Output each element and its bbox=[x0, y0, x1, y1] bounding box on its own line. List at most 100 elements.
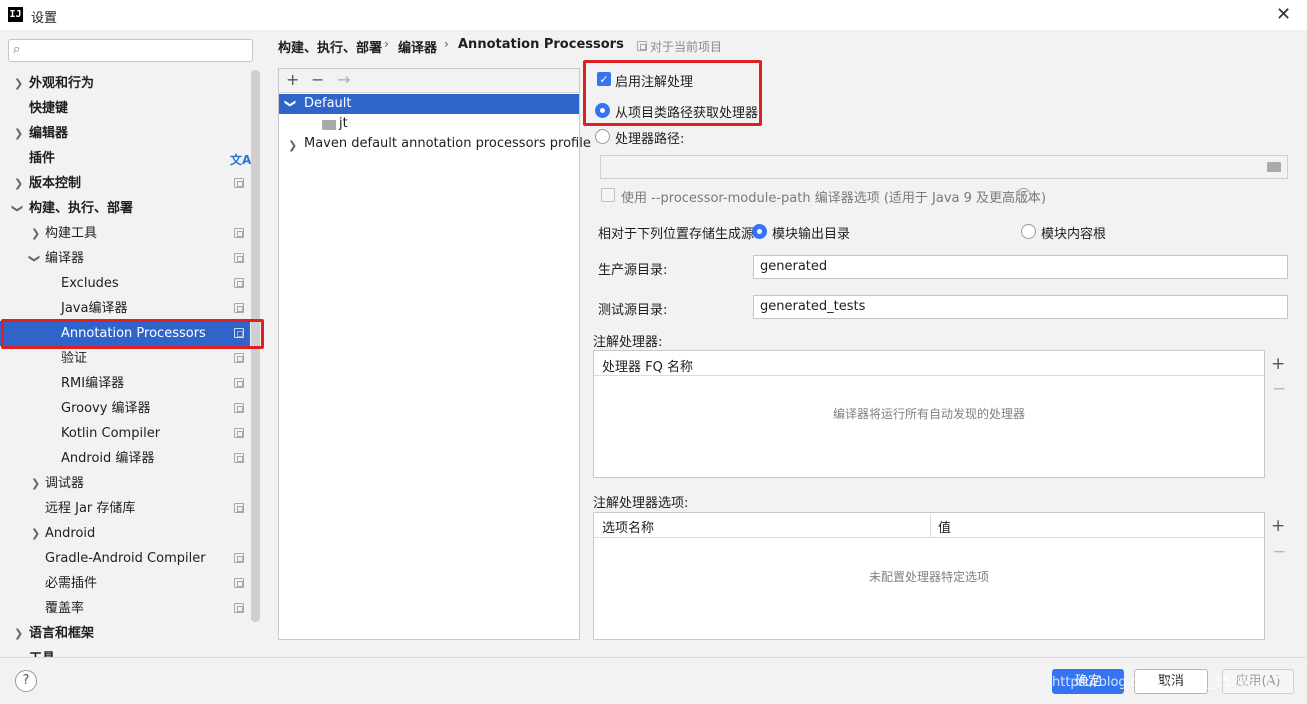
processor-fq-column[interactable]: 处理器 FQ 名称 bbox=[602, 356, 693, 375]
module-folder-icon bbox=[322, 120, 336, 130]
highlight-annotation-processors bbox=[1, 319, 264, 349]
remove-processor-button[interactable]: − bbox=[1272, 379, 1286, 399]
processors-section-title: 注解处理器: bbox=[593, 335, 663, 350]
store-generated-label: 相对于下列位置存储生成源: bbox=[598, 227, 759, 242]
chevron-right-icon[interactable]: ❯ bbox=[31, 477, 40, 490]
breadcrumb-separator-icon: › bbox=[444, 37, 449, 51]
project-scope-icon bbox=[234, 378, 244, 388]
chevron-right-icon[interactable]: ❯ bbox=[14, 177, 23, 190]
module-content-root-label: 模块内容根 bbox=[1041, 227, 1107, 242]
project-scope-icon bbox=[234, 578, 244, 588]
sidebar-item-remote-jar[interactable]: 远程 Jar 存储库 bbox=[45, 496, 135, 521]
module-path-label: 使用 --processor-module-path 编译器选项 (适用于 Ja… bbox=[621, 191, 1047, 206]
chevron-down-icon[interactable]: ❯ bbox=[11, 204, 24, 213]
sidebar-item-build-tools[interactable]: 构建工具 bbox=[45, 221, 97, 246]
sidebar-item-coverage[interactable]: 覆盖率 bbox=[45, 596, 84, 621]
chevron-right-icon[interactable]: ❯ bbox=[31, 227, 40, 240]
project-scope-icon bbox=[234, 178, 244, 188]
remove-option-button[interactable]: − bbox=[1272, 542, 1286, 562]
option-value-column[interactable]: 值 bbox=[938, 517, 951, 536]
move-module-button[interactable]: → bbox=[337, 70, 350, 89]
highlight-processing-options bbox=[583, 60, 762, 126]
sidebar-item-editor[interactable]: 编辑器 bbox=[29, 121, 68, 146]
options-section-title: 注解处理器选项: bbox=[593, 496, 689, 511]
test-source-label: 测试源目录: bbox=[598, 303, 668, 318]
sidebar-item-languages[interactable]: 语言和框架 bbox=[29, 621, 94, 646]
search-icon: ⌕ bbox=[13, 42, 21, 57]
chevron-right-icon[interactable]: ❯ bbox=[288, 139, 297, 152]
processors-table-header bbox=[594, 351, 1264, 376]
watermark: https://blog.csdn.net/qq_15268247 bbox=[1052, 675, 1281, 690]
sidebar-item-debugger[interactable]: 调试器 bbox=[45, 471, 84, 496]
settings-search-input[interactable] bbox=[8, 39, 253, 62]
title-bar bbox=[0, 0, 1307, 30]
sidebar-item-rmi-compiler[interactable]: RMI编译器 bbox=[61, 371, 124, 396]
sidebar-item-java-compiler[interactable]: Java编译器 bbox=[61, 296, 127, 321]
sidebar-item-plugins[interactable]: 插件 bbox=[29, 146, 55, 171]
chevron-down-icon[interactable]: ❯ bbox=[28, 254, 41, 263]
sidebar-item-vcs[interactable]: 版本控制 bbox=[29, 171, 81, 196]
sidebar-item-validation[interactable]: 验证 bbox=[61, 346, 87, 371]
chevron-down-icon[interactable]: ❯ bbox=[284, 99, 297, 108]
sidebar-item-required-plugins[interactable]: 必需插件 bbox=[45, 571, 97, 596]
column-divider bbox=[930, 514, 931, 538]
chevron-right-icon[interactable]: ❯ bbox=[14, 627, 23, 640]
module-output-label: 模块输出目录 bbox=[772, 227, 851, 242]
sidebar-item-gradle-android-compiler[interactable]: Gradle-Android Compiler bbox=[45, 546, 206, 571]
add-option-button[interactable]: + bbox=[1271, 516, 1285, 536]
sidebar-item-build[interactable]: 构建、执行、部署 bbox=[29, 196, 133, 221]
sidebar-item-android-compiler[interactable]: Android 编译器 bbox=[61, 446, 154, 471]
sidebar-item-android[interactable]: Android bbox=[45, 521, 95, 546]
project-scope-icon bbox=[234, 303, 244, 313]
option-name-column[interactable]: 选项名称 bbox=[602, 517, 654, 536]
production-source-input[interactable]: generated bbox=[753, 255, 1288, 279]
add-profile-button[interactable]: + bbox=[286, 70, 299, 89]
profile-maven-default[interactable]: Maven default annotation processors prof… bbox=[304, 136, 591, 151]
help-button[interactable]: ? bbox=[15, 670, 37, 692]
project-scope-icon bbox=[234, 253, 244, 263]
help-icon[interactable]: ? bbox=[1016, 188, 1031, 203]
sidebar-item-groovy-compiler[interactable]: Groovy 编译器 bbox=[61, 396, 151, 421]
project-scope-icon bbox=[234, 503, 244, 513]
sidebar-item-tools[interactable]: 工具 bbox=[29, 646, 55, 657]
sidebar-item-kotlin-compiler[interactable]: Kotlin Compiler bbox=[61, 421, 160, 446]
window-title: 设置 bbox=[31, 11, 58, 26]
remove-profile-button[interactable]: − bbox=[311, 70, 324, 89]
processor-path-radio[interactable] bbox=[595, 129, 610, 144]
project-scope-icon bbox=[234, 553, 244, 563]
module-output-radio[interactable] bbox=[752, 224, 767, 239]
add-processor-button[interactable]: + bbox=[1271, 354, 1285, 374]
project-scope-icon bbox=[234, 428, 244, 438]
chevron-right-icon[interactable]: ❯ bbox=[31, 527, 40, 540]
breadcrumb-build: 构建、执行、部署 bbox=[278, 41, 383, 56]
production-source-label: 生产源目录: bbox=[598, 263, 668, 278]
project-scope-icon bbox=[234, 453, 244, 463]
test-source-input[interactable]: generated_tests bbox=[753, 295, 1288, 319]
sidebar-item-excludes[interactable]: Excludes bbox=[61, 271, 119, 296]
processor-path-label: 处理器路径: bbox=[615, 132, 685, 147]
sidebar-item-appearance[interactable]: 外观和行为 bbox=[29, 71, 94, 96]
close-icon[interactable]: ✕ bbox=[1276, 4, 1291, 25]
processors-empty-text: 编译器将运行所有自动发现的处理器 bbox=[833, 407, 1026, 421]
sidebar-item-compiler[interactable]: 编译器 bbox=[45, 246, 84, 271]
sidebar-item-keymap[interactable]: 快捷键 bbox=[29, 96, 68, 121]
profiles-tree bbox=[278, 68, 580, 640]
module-path-checkbox[interactable] bbox=[601, 188, 615, 202]
project-scope-icon bbox=[234, 228, 244, 238]
processor-path-input[interactable] bbox=[600, 155, 1288, 179]
breadcrumb-compiler: 编译器 bbox=[398, 41, 438, 56]
module-content-root-radio[interactable] bbox=[1021, 224, 1036, 239]
options-empty-text: 未配置处理器特定选项 bbox=[869, 570, 990, 584]
options-table-header bbox=[594, 513, 1264, 538]
profile-default[interactable]: Default bbox=[304, 96, 352, 111]
browse-folder-icon[interactable] bbox=[1267, 162, 1281, 172]
translate-icon: 文A bbox=[230, 153, 252, 167]
page-title: Annotation Processors bbox=[458, 37, 624, 52]
profile-module-jt[interactable]: jt bbox=[339, 116, 348, 131]
chevron-right-icon[interactable]: ❯ bbox=[14, 77, 23, 90]
chevron-right-icon[interactable]: ❯ bbox=[14, 127, 23, 140]
project-scope-icon bbox=[234, 353, 244, 363]
project-scope-icon bbox=[637, 41, 647, 51]
breadcrumb-separator-icon: › bbox=[384, 37, 389, 51]
project-scope-icon bbox=[234, 403, 244, 413]
